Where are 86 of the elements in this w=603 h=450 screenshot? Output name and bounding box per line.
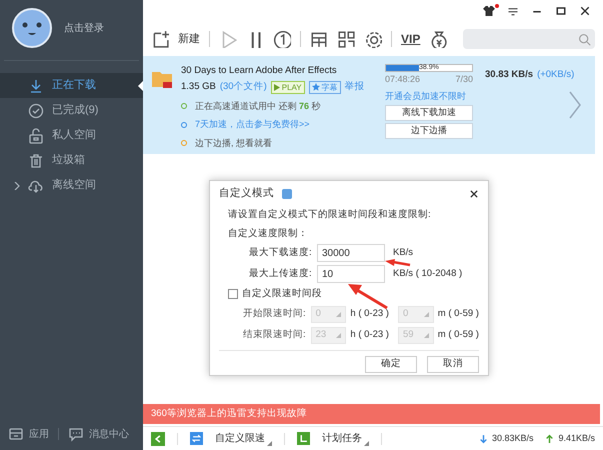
member-link[interactable]: 开通会员加速不限时 xyxy=(385,90,473,103)
task-action-button[interactable]: 边下边播 xyxy=(385,123,473,139)
annotation-arrow xyxy=(385,259,411,267)
speed-change: (+0KB/s) xyxy=(537,68,574,82)
unit-label: KB/s ( 10-2048 ) xyxy=(393,267,462,282)
corner-triangle-icon xyxy=(336,332,342,338)
apps-link[interactable]: 应用 xyxy=(29,426,49,442)
speed-input[interactable]: 30000 xyxy=(317,244,385,262)
sidebar-item[interactable]: 私人空间 xyxy=(0,123,143,148)
corner-triangle-icon xyxy=(336,312,342,316)
grid-icon xyxy=(337,30,355,48)
error-banner: 360等浏览器上的迅雷支持出现故障 xyxy=(143,404,600,424)
status-menu-button[interactable]: 计划任务 xyxy=(322,431,369,446)
corner-triangle-icon xyxy=(424,312,429,316)
chevron-left-icon xyxy=(153,434,163,444)
field-label: 最大下载速度: xyxy=(249,246,309,260)
task-size: 1.35 GB xyxy=(181,80,216,94)
app-tray-icon xyxy=(8,426,24,442)
checkbox[interactable] xyxy=(228,289,238,300)
vip-button[interactable]: VIP xyxy=(401,30,420,48)
status-menu-button[interactable]: 自定义限速 xyxy=(215,431,272,446)
shirt-icon xyxy=(483,5,495,17)
report-link[interactable]: 举报 xyxy=(344,80,365,94)
lock-icon xyxy=(28,128,44,144)
range-label: m ( 0-59 ) xyxy=(438,306,479,321)
dialog-button[interactable]: 取消 xyxy=(427,356,479,372)
new-file-icon xyxy=(151,30,169,48)
speed-limit-icon xyxy=(192,434,201,443)
dialog-title: 自定义模式 xyxy=(219,186,274,201)
section-label: 自定义速度限制： xyxy=(228,227,309,241)
task-note: 正在高速通道试用中 还剩 76 秒 xyxy=(195,100,321,112)
down-arrow-icon xyxy=(478,434,488,444)
close-icon xyxy=(469,188,479,199)
dialog-instruction: 请设置自定义模式下的限速时间段和速度限制: xyxy=(228,208,432,222)
piece-count: 7/30 xyxy=(455,73,473,86)
login-link[interactable]: 点击登录 xyxy=(64,20,104,36)
annotation-arrow xyxy=(347,282,389,310)
time-label: 开始限速时间: xyxy=(243,306,307,321)
checkbox-label[interactable]: 自定义限速时间段 xyxy=(242,287,322,302)
unit-label: KB/s xyxy=(393,246,414,260)
range-label: h ( 0-23 ) xyxy=(350,328,389,342)
avatar-icon[interactable] xyxy=(12,8,52,48)
check-circle-icon xyxy=(28,102,44,118)
download-arrow-icon xyxy=(28,78,44,94)
calendar-icon xyxy=(299,434,308,443)
chevron-right-icon xyxy=(567,90,583,120)
star-icon xyxy=(312,83,320,92)
task-note[interactable]: 7天加速，点击参与免费得>> xyxy=(195,118,310,132)
sidebar-item[interactable]: 已完成(9) xyxy=(0,98,143,123)
corner-triangle-icon xyxy=(424,332,429,338)
message-center-link[interactable]: 消息中心 xyxy=(89,426,129,442)
maximize-icon xyxy=(555,5,567,17)
task-action-button[interactable]: 离线下载加速 xyxy=(385,105,473,121)
search-field[interactable] xyxy=(463,29,595,49)
field-label: 最大上传速度: xyxy=(249,267,309,282)
range-label: h ( 0-23 ) xyxy=(350,306,389,321)
chevron-right-icon[interactable] xyxy=(14,182,20,190)
settings-icon xyxy=(364,30,382,48)
play-icon xyxy=(274,84,280,91)
task-note: 边下边播, 想看就看 xyxy=(195,136,272,150)
elapsed-time: 07:48:26 xyxy=(385,73,420,86)
speed-input[interactable]: 10 xyxy=(317,265,385,284)
number-one-icon xyxy=(273,30,291,48)
download-rate: 30.83KB/s xyxy=(492,432,534,445)
dialog-button[interactable]: 确定 xyxy=(365,356,417,372)
collapse-button[interactable] xyxy=(151,432,165,446)
up-arrow-icon xyxy=(545,434,554,444)
sidebar-item[interactable]: 正在下载 xyxy=(0,73,143,98)
play-tag[interactable]: PLAY xyxy=(270,80,305,94)
money-bag-icon xyxy=(429,30,448,48)
time-label: 结束限速时间: xyxy=(243,328,307,342)
upload-rate: 9.41KB/s xyxy=(558,432,595,445)
subtitle-tag[interactable]: 字幕 xyxy=(308,80,341,94)
file-count-link[interactable]: (30个文件) xyxy=(220,80,267,94)
download-speed: 30.83 KB/s xyxy=(485,68,534,82)
sidebar-item[interactable]: 离线空间 xyxy=(0,173,143,198)
close-icon xyxy=(579,5,591,17)
corner-triangle-icon xyxy=(364,441,369,446)
sidebar-item[interactable]: 垃圾箱 xyxy=(0,148,143,173)
chat-bubble-icon xyxy=(68,426,84,442)
range-label: m ( 0-59 ) xyxy=(438,328,479,342)
trash-icon xyxy=(28,152,44,168)
new-task-button[interactable]: 新建 xyxy=(178,30,200,48)
task-name: 30 Days to Learn Adobe After Effects xyxy=(181,64,338,78)
search-icon xyxy=(578,32,591,46)
corner-triangle-icon xyxy=(267,441,272,446)
